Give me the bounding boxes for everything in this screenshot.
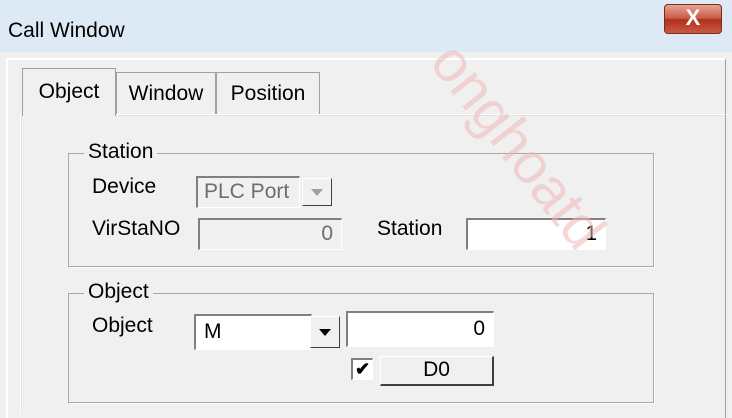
object-label: Object: [92, 314, 153, 337]
title-bar[interactable]: Call Window X: [0, 0, 732, 52]
virstano-value: 0: [321, 222, 333, 245]
window-title: Call Window: [8, 19, 125, 42]
address-checkbox[interactable]: ✔: [351, 358, 373, 380]
object-address-value: 0: [473, 317, 485, 340]
device-value: PLC Port: [204, 180, 290, 203]
station-group-legend: Station: [84, 140, 158, 164]
object-group-legend: Object: [84, 280, 153, 304]
device-dropdown-button[interactable]: [302, 178, 332, 206]
object-type-value: M: [204, 320, 222, 343]
device-select[interactable]: PLC Port: [196, 176, 300, 208]
checkmark-icon: ✔: [354, 359, 371, 379]
tab-object-label: Object: [38, 80, 100, 103]
virstano-label: VirStaNO: [92, 217, 181, 240]
chevron-down-icon: [311, 188, 323, 196]
virstano-field[interactable]: 0: [198, 218, 342, 250]
chevron-down-icon: [319, 328, 331, 336]
close-button[interactable]: X: [664, 4, 722, 34]
object-type-select[interactable]: M: [194, 314, 312, 350]
tab-object[interactable]: Object: [22, 68, 116, 116]
close-icon: X: [685, 5, 701, 30]
d0-button[interactable]: D0: [380, 356, 494, 386]
object-group: [68, 293, 654, 403]
d0-button-label: D0: [423, 358, 450, 381]
station-field[interactable]: 1: [466, 218, 606, 250]
station-value: 1: [585, 222, 597, 245]
object-type-dropdown-button[interactable]: [310, 316, 340, 348]
device-label: Device: [92, 175, 157, 198]
tab-position[interactable]: Position: [216, 72, 320, 114]
tab-window[interactable]: Window: [116, 72, 216, 114]
tab-window-label: Window: [128, 82, 204, 105]
tab-position-label: Position: [230, 82, 306, 105]
object-address-field[interactable]: 0: [346, 311, 494, 347]
station-label: Station: [377, 217, 443, 240]
